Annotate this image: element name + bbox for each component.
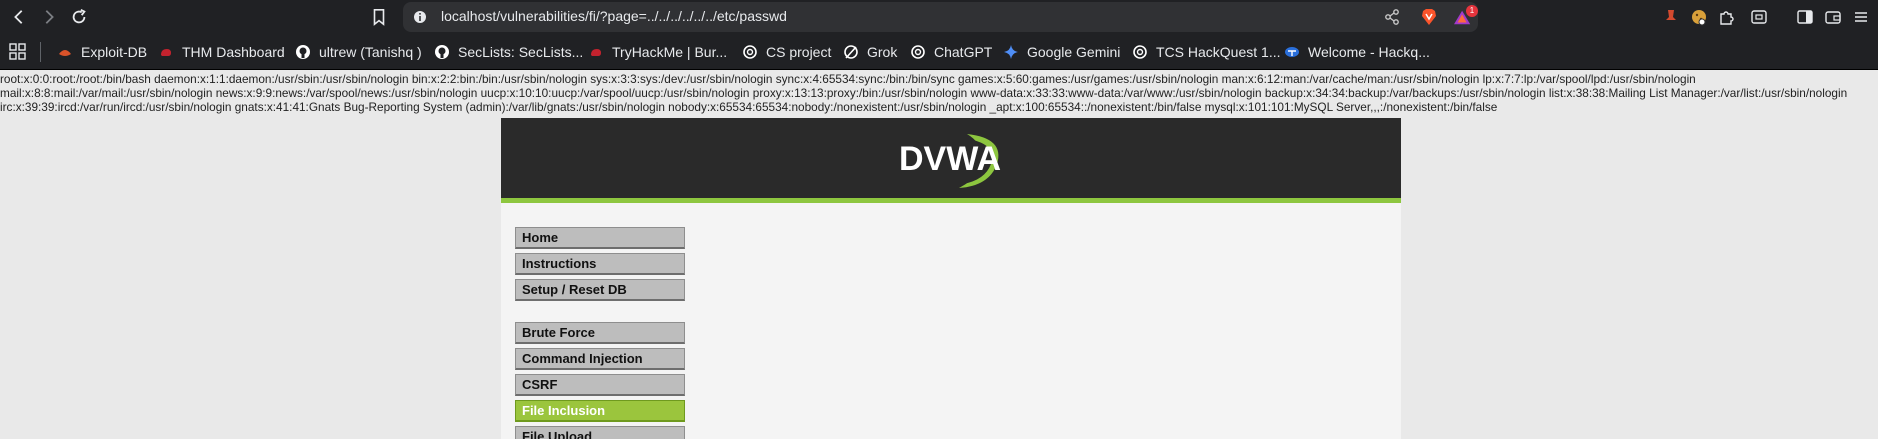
svg-text:DVWA: DVWA bbox=[899, 140, 1001, 178]
bookmark-label: SecLists: SecLists... bbox=[458, 43, 584, 60]
screenshot-icon[interactable] bbox=[1748, 6, 1770, 28]
brave-shields-icon[interactable] bbox=[1419, 7, 1439, 27]
bookmark-ultrew[interactable]: ultrew (Tanishq ) bbox=[295, 33, 422, 70]
wallet-icon[interactable] bbox=[1822, 6, 1844, 28]
bookmark-tcs-hackquest[interactable]: TCS HackQuest 1... bbox=[1132, 33, 1280, 70]
passwd-line: mail:x:8:8:mail:/var/mail:/usr/sbin/nolo… bbox=[0, 86, 1848, 100]
bookmark-tryhackme-burp[interactable]: TryHackMe | Bur... bbox=[588, 33, 727, 70]
share-icon[interactable] bbox=[1383, 8, 1401, 26]
bookmark-label: ChatGPT bbox=[934, 43, 993, 60]
github-icon bbox=[296, 44, 310, 59]
url-text[interactable]: localhost/vulnerabilities/fi/?page=../..… bbox=[441, 8, 787, 24]
menu-item-file-inclusion[interactable]: File Inclusion bbox=[515, 400, 685, 422]
site-info-icon[interactable] bbox=[411, 8, 429, 26]
bookmark-welcome-hackq[interactable]: Welcome - Hackq... bbox=[1284, 33, 1430, 70]
apps-grid-icon[interactable] bbox=[8, 42, 28, 62]
bookmark-chatgpt[interactable]: ChatGPT bbox=[910, 33, 992, 70]
exploit-db-icon bbox=[59, 49, 71, 56]
back-arrow-icon[interactable] bbox=[6, 4, 32, 30]
menu-item-command-injection[interactable]: Command Injection bbox=[515, 348, 685, 370]
bookmark-label: Exploit-DB bbox=[81, 43, 148, 60]
menu-item-csrf[interactable]: CSRF bbox=[515, 374, 685, 396]
menu-icon[interactable] bbox=[1850, 6, 1872, 28]
menu-item-instructions[interactable]: Instructions bbox=[515, 253, 685, 275]
bookmark-label: Grok bbox=[867, 43, 898, 60]
openai-icon bbox=[743, 44, 757, 59]
bookmark-label: TryHackMe | Bur... bbox=[612, 43, 728, 60]
bookmark-label: THM Dashboard bbox=[182, 43, 285, 60]
menu-item-home[interactable]: Home bbox=[515, 227, 685, 249]
bookmark-label: ultrew (Tanishq ) bbox=[319, 43, 422, 60]
tata-icon bbox=[1285, 46, 1299, 57]
dvwa-header: DVWA bbox=[501, 118, 1401, 198]
bookmark-label: CS project bbox=[766, 43, 832, 60]
forward-arrow-icon[interactable] bbox=[36, 4, 62, 30]
dvwa-logo[interactable]: DVWA bbox=[897, 124, 1007, 192]
bookmark-google-gemini[interactable]: Google Gemini bbox=[1003, 33, 1120, 70]
thm-icon bbox=[591, 48, 601, 56]
passwd-line: irc:x:39:39:ircd:/var/run/ircd:/usr/sbin… bbox=[0, 100, 1498, 114]
bookmark-seclists[interactable]: SecLists: SecLists... bbox=[434, 33, 583, 70]
bookmarks-bar: Exploit-DB THM Dashboard ultrew (Tanishq… bbox=[0, 33, 1878, 70]
reload-icon[interactable] bbox=[66, 4, 92, 30]
menu-item-brute-force[interactable]: Brute Force bbox=[515, 322, 685, 344]
menu-item-setup-reset-db[interactable]: Setup / Reset DB bbox=[515, 279, 685, 301]
github-icon bbox=[435, 44, 449, 59]
bookmark-label: Google Gemini bbox=[1027, 43, 1121, 60]
browser-toolbar: localhost/vulnerabilities/fi/?page=../..… bbox=[0, 0, 1878, 33]
thm-icon bbox=[161, 48, 171, 56]
cookie-extension-icon[interactable] bbox=[1688, 6, 1710, 28]
bookmark-label: Welcome - Hackq... bbox=[1308, 43, 1430, 60]
sidebar-icon[interactable] bbox=[1794, 6, 1816, 28]
brave-rewards-icon[interactable]: 1 bbox=[1453, 5, 1478, 27]
openai-icon bbox=[911, 44, 925, 59]
bookmark-thm-dashboard[interactable]: THM Dashboard bbox=[158, 33, 285, 70]
openai-icon bbox=[1133, 44, 1147, 59]
included-file-output: root:x:0:0:root:/root:/bin/bash daemon:x… bbox=[0, 72, 1878, 114]
rewards-badge: 1 bbox=[1466, 5, 1478, 17]
gemini-icon bbox=[1004, 44, 1018, 59]
puzzle-extensions-icon[interactable] bbox=[1716, 6, 1738, 28]
passwd-line: root:x:0:0:root:/root:/bin/bash daemon:x… bbox=[0, 72, 1696, 86]
bookmarks-separator bbox=[40, 42, 41, 62]
bookmark-grok[interactable]: Grok bbox=[843, 33, 897, 70]
grok-icon bbox=[844, 44, 858, 59]
extension-pin-icon[interactable] bbox=[1660, 6, 1682, 28]
bookmark-exploit-db[interactable]: Exploit-DB bbox=[57, 33, 147, 70]
bookmark-cs-project[interactable]: CS project bbox=[742, 33, 831, 70]
bookmark-icon[interactable] bbox=[366, 4, 392, 30]
menu-item-file-upload[interactable]: File Upload bbox=[515, 426, 685, 439]
bookmark-label: TCS HackQuest 1... bbox=[1156, 43, 1281, 60]
address-bar[interactable]: localhost/vulnerabilities/fi/?page=../..… bbox=[403, 2, 1478, 32]
